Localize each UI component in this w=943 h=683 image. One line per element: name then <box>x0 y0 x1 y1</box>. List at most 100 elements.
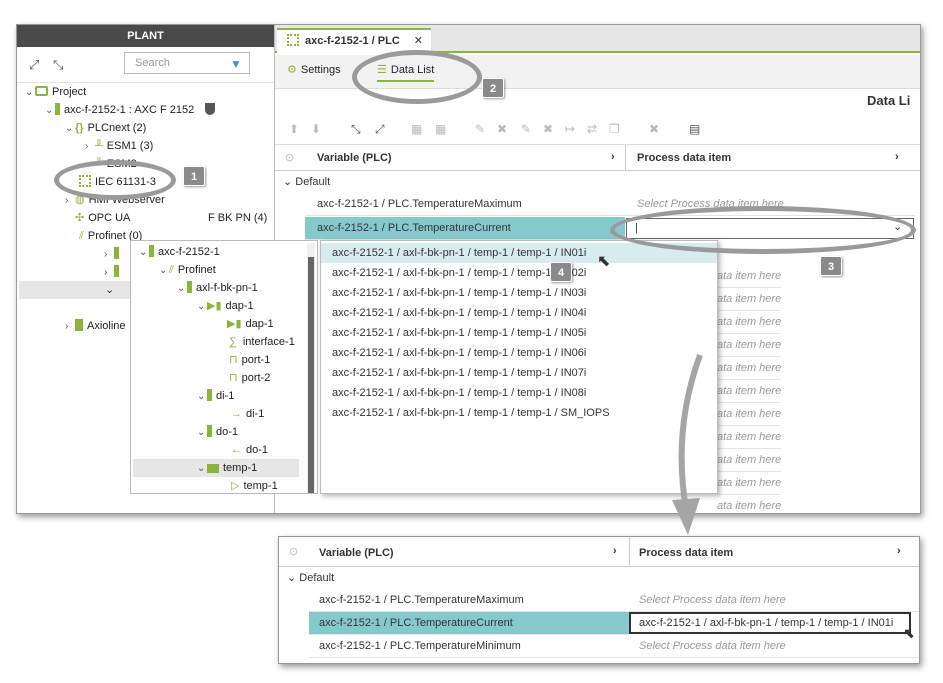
cell-process[interactable]: ata item here <box>717 403 782 426</box>
dropdown-item[interactable]: axc-f-2152-1 / axl-f-bk-pn-1 / temp-1 / … <box>321 323 717 343</box>
device-tree-popup: ⌄ axc-f-2152-1 ⌄ ⫽ Profinet ⌄ axl-f-bk-pn-1 … <box>130 240 318 494</box>
cell-process[interactable]: ata item here <box>717 334 782 357</box>
tree-item-temp-child[interactable]: ▷ temp-1 <box>231 477 278 495</box>
project-icon <box>35 86 48 96</box>
filter-icon[interactable]: ▼ <box>230 57 242 71</box>
tree-item-temp[interactable]: ⌄ temp-1 <box>197 459 257 477</box>
tree-item-opcua[interactable]: ✣ OPC UA <box>75 209 130 227</box>
move-up-icon[interactable]: ⬆ <box>289 123 303 135</box>
cell-process[interactable]: Select Process data item here <box>629 635 919 658</box>
var-delete-icon[interactable]: ✖ <box>649 123 663 135</box>
cell-process[interactable]: ata item here <box>717 449 782 472</box>
cell-process[interactable]: ata item here <box>717 380 782 403</box>
tree-item-plcnext[interactable]: ⌄{} PLCnext (2) <box>65 119 146 137</box>
cell-process[interactable]: ata item here <box>717 311 782 334</box>
tree-item-bk[interactable]: ⌄ axl-f-bk-pn-1 <box>177 279 258 297</box>
cell-variable[interactable]: axc-f-2152-1 / PLC.TemperatureMinimum <box>309 635 629 658</box>
tree-item-port1[interactable]: ⊓ port-1 <box>229 351 270 369</box>
tree-item-controller[interactable]: ⌄ axc-f-2152-1 <box>139 243 220 261</box>
var-remove-icon[interactable]: ✖ <box>497 123 511 135</box>
tree-item-esm1[interactable]: › ╨ ESM1 (3) <box>85 137 153 155</box>
cell-variable-selected[interactable]: axc-f-2152-1 / PLC.TemperatureCurrent <box>305 217 625 240</box>
cell-process[interactable]: Select Process data item here <box>629 589 919 612</box>
scrollbar[interactable] <box>307 243 315 493</box>
expand-all-icon[interactable]: ⤢ <box>375 123 389 135</box>
dropdown-item[interactable]: axc-f-2152-1 / axl-f-bk-pn-1 / temp-1 / … <box>321 343 717 363</box>
tree-item-dap[interactable]: ⌄ ▶▮ dap-1 <box>197 297 254 315</box>
plant-toolbar: ⤢ ⤡ Search ▼ <box>17 47 274 83</box>
cell-process[interactable]: ata item here <box>717 265 782 288</box>
pin-icon[interactable]: ⊙ <box>289 545 298 558</box>
cell-process[interactable]: ata item here <box>717 426 782 449</box>
cell-variable[interactable]: axc-f-2152-1 / PLC.TemperatureMaximum <box>309 589 629 612</box>
close-icon[interactable]: ✕ <box>414 30 423 52</box>
disconnect-icon[interactable]: ⇄ <box>587 123 601 135</box>
dropdown-item[interactable]: axc-f-2152-1 / axl-f-bk-pn-1 / temp-1 / … <box>321 363 717 383</box>
scrollbar-thumb[interactable] <box>308 257 314 493</box>
tree-chevron[interactable]: › <box>104 245 123 263</box>
tree-item-profinet[interactable]: ⌄ ⫽ Profinet <box>159 261 216 279</box>
tree-item-dap-child[interactable]: ▶▮ dap-1 <box>227 315 274 333</box>
group-default[interactable]: ⌄ Default <box>287 571 334 584</box>
chevron-down-icon[interactable]: ⌄ <box>283 176 295 188</box>
dropdown-item[interactable]: axc-f-2152-1 / axl-f-bk-pn-1 / temp-1 / … <box>321 303 717 323</box>
hmi-edit-icon[interactable]: ✎ <box>521 123 535 135</box>
pin-icon[interactable]: ⊙ <box>285 151 294 164</box>
expand-all-icon[interactable]: ⤢ <box>29 57 39 73</box>
hmi-remove-icon[interactable]: ✖ <box>543 123 557 135</box>
callout-badge: 1 <box>183 166 205 186</box>
col-variable[interactable]: Variable (PLC) <box>319 547 394 559</box>
chevron-down-icon[interactable]: ⌄ <box>25 84 35 102</box>
chevron-right-icon[interactable]: › <box>611 151 615 163</box>
table-icon[interactable]: ▤ <box>689 123 703 135</box>
cell-process-filled[interactable]: axc-f-2152-1 / axl-f-bk-pn-1 / temp-1 / … <box>629 612 911 634</box>
collapse-all-icon[interactable]: ⤡ <box>53 57 63 73</box>
tree-item-port2[interactable]: ⊓ port-2 <box>229 369 270 387</box>
move-down-icon[interactable]: ⬇ <box>311 123 325 135</box>
col-variable[interactable]: Variable (PLC) <box>317 152 392 164</box>
controller-icon <box>55 103 60 115</box>
plcnext-icon: {} <box>75 122 84 134</box>
tree-item-axioline[interactable]: › Axioline <box>65 317 126 335</box>
chip-icon <box>287 34 299 46</box>
col-process[interactable]: Process data item <box>637 152 731 164</box>
cell-process[interactable]: ata item here <box>717 472 782 495</box>
cell-variable[interactable]: axc-f-2152-1 / PLC.TemperatureMaximum <box>305 193 625 216</box>
var-add2-icon[interactable]: ▦ <box>435 123 449 135</box>
tree-chevron[interactable]: › <box>104 263 123 281</box>
group-default[interactable]: ⌄ Default <box>283 175 330 188</box>
tree-item-project[interactable]: ⌄ Project <box>25 83 86 101</box>
tree-item-do-child[interactable]: ← do-1 <box>231 441 268 459</box>
chevron-right-icon[interactable]: › <box>65 318 75 336</box>
chevron-right-icon[interactable]: › <box>613 545 617 557</box>
dropdown-item[interactable]: axc-f-2152-1 / axl-f-bk-pn-1 / temp-1 / … <box>321 383 717 403</box>
tree-item-interface[interactable]: ∑ interface-1 <box>229 333 295 351</box>
tree-item-do[interactable]: ⌄ do-1 <box>197 423 238 441</box>
edit-icon[interactable]: ✎ <box>475 123 489 135</box>
task-icon: ╨ <box>95 140 103 152</box>
tree-item-di[interactable]: ⌄ di-1 <box>197 387 234 405</box>
chevron-down-icon[interactable]: ⌄ <box>45 102 55 120</box>
col-process[interactable]: Process data item <box>639 547 733 559</box>
tree-item-controller[interactable]: ⌄ axc-f-2152-1 : AXC F 2152 <box>45 101 216 120</box>
dropdown-item[interactable]: axc-f-2152-1 / axl-f-bk-pn-1 / temp-1 / … <box>321 263 717 283</box>
dropdown-item[interactable]: axc-f-2152-1 / axl-f-bk-pn-1 / temp-1 / … <box>321 403 717 423</box>
chevron-down-icon[interactable]: ⌄ <box>287 572 299 584</box>
chevron-down-icon[interactable]: ⌄ <box>65 120 75 138</box>
collapse-all-icon[interactable]: ⤡ <box>351 123 365 135</box>
dropdown-item[interactable]: axc-f-2152-1 / axl-f-bk-pn-1 / temp-1 / … <box>321 283 717 303</box>
var-add-icon[interactable]: ▦ <box>411 123 425 135</box>
callout-badge: 3 <box>820 256 842 276</box>
chevron-down-icon[interactable]: ⌄ <box>105 283 114 296</box>
chevron-right-icon[interactable]: › <box>897 545 901 557</box>
connect-icon[interactable]: ↦ <box>565 123 579 135</box>
cell-process[interactable]: ata item here <box>717 357 782 380</box>
cell-variable-selected[interactable]: axc-f-2152-1 / PLC.TemperatureCurrent <box>309 612 629 635</box>
copy-icon[interactable]: ❐ <box>609 123 623 135</box>
cell-process[interactable]: ata item here <box>717 495 781 513</box>
chevron-right-icon[interactable]: › <box>85 138 95 156</box>
tree-item-di-child[interactable]: → di-1 <box>231 405 264 423</box>
tab-settings[interactable]: ⚙ Settings <box>287 63 341 76</box>
chevron-right-icon[interactable]: › <box>895 151 899 163</box>
cell-process[interactable]: ata item here <box>717 288 782 311</box>
